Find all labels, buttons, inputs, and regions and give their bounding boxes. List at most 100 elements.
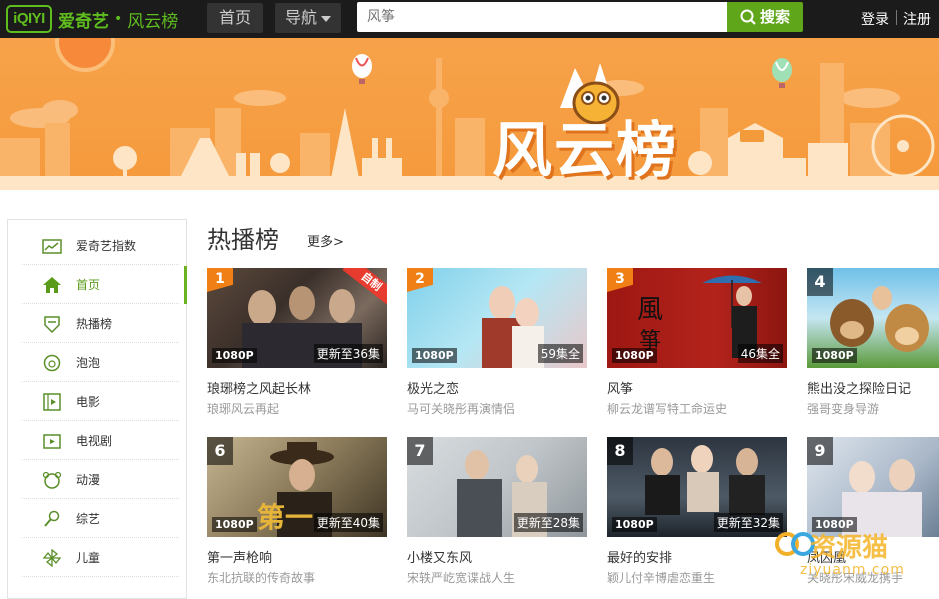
video-card[interactable]: 2 1080P 59集全 极光之恋 马可关晓彤再演情侣 [407, 268, 587, 418]
poster-image[interactable]: 7 更新至28集 [407, 437, 587, 537]
card-desc: 琅琊风云再起 [207, 402, 280, 416]
sidebar-item-label: 首页 [76, 278, 101, 292]
sidebar-item-label: 儿童 [76, 551, 101, 565]
watermark-text: 资源猫 [810, 533, 889, 563]
poster-image[interactable]: 風 箏 3 1080P 46集全 [607, 268, 787, 368]
poster-image[interactable]: 4 1080P [807, 268, 939, 368]
video-card[interactable]: 7 更新至28集 小楼又东风 宋轶严屹宽谍战人生 [407, 437, 587, 587]
nav-guide-label: 导航 [284, 8, 317, 27]
sidebar-item-variety[interactable]: 综艺 [22, 499, 179, 538]
watermark-url: ziyuanm.com [800, 562, 905, 578]
update-status: 更新至40集 [313, 513, 383, 532]
rank-badge: 4 [807, 268, 833, 296]
sidebar-item-kids[interactable]: 儿童 [22, 538, 179, 577]
sidebar-item-label: 电视剧 [76, 434, 113, 448]
update-status: 更新至36集 [313, 344, 383, 363]
sidebar-item-label: 动漫 [76, 473, 101, 487]
card-desc: 马可关晓彤再演情侣 [407, 402, 516, 416]
search-button[interactable]: 搜索 [727, 2, 803, 32]
card-title[interactable]: 最好的安排 [607, 547, 672, 566]
sidebar-item-tv[interactable]: 电视剧 [22, 421, 179, 460]
poster-image[interactable]: 第一 6 1080P 更新至40集 [207, 437, 387, 537]
sidebar-item-bubble[interactable]: 泡泡 [22, 343, 179, 382]
microphone-icon [44, 510, 60, 527]
rank-badge: 6 [207, 437, 233, 465]
search-box [357, 2, 727, 32]
svg-text:風: 風 [637, 295, 663, 325]
video-card[interactable]: 8 1080P 更新至32集 最好的安排 颖儿付辛博虐恋重生 [607, 437, 787, 587]
card-desc: 宋轶严屹宽谍战人生 [407, 571, 516, 585]
tv-icon [43, 434, 61, 449]
city-skyline-illustration [0, 38, 939, 190]
search-input[interactable] [357, 2, 727, 32]
search-icon [740, 9, 756, 25]
rank-badge: 9 [807, 437, 833, 465]
update-status: 59集全 [537, 344, 583, 363]
divider [896, 10, 897, 25]
poster-image[interactable]: 1 自制 1080P 更新至36集 [207, 268, 387, 368]
sidebar-item-label: 泡泡 [76, 356, 101, 370]
card-desc: 柳云龙谱写特工命运史 [607, 402, 728, 416]
banner-title: 风云榜 [492, 116, 678, 186]
video-card[interactable]: 4 1080P 熊出没之探险日记 强哥变身导游 [807, 268, 939, 418]
sidebar-active-indicator [184, 266, 187, 304]
card-title[interactable]: 熊出没之探险日记 [807, 378, 911, 397]
card-desc: 强哥变身导游 [807, 402, 880, 416]
video-card[interactable]: 1 自制 1080P 更新至36集 琅琊榜之风起长林 琅琊风云再起 [207, 268, 387, 418]
update-status: 更新至28集 [513, 513, 583, 532]
sub-brand: 风云榜 [127, 11, 179, 32]
sidebar-item-label: 热播榜 [76, 317, 113, 331]
rank-badge: 7 [407, 437, 433, 465]
login-link[interactable]: 登录 [861, 9, 889, 29]
video-card[interactable]: 風 箏 3 1080P 46集全 风筝 柳云龙谱写特工命运史 [607, 268, 787, 418]
home-icon [43, 277, 61, 293]
section-title: 热播榜 [207, 226, 279, 254]
nav-home-button[interactable]: 首页 [207, 3, 263, 33]
update-status: 46集全 [737, 344, 783, 363]
sidebar: 爱奇艺指数 首页 热播榜 泡泡 电影 电视剧 动漫 综艺 儿童 [7, 219, 187, 599]
rank-badge: 8 [607, 437, 633, 465]
sidebar-item-home[interactable]: 首页 [22, 265, 179, 304]
sidebar-item-label: 电影 [76, 395, 101, 409]
quality-badge: 1080P [612, 517, 657, 532]
banner: 风云榜 [0, 38, 939, 190]
chart-icon [42, 239, 62, 254]
quality-badge: 1080P [212, 517, 257, 532]
sidebar-item-index[interactable]: 爱奇艺指数 [22, 226, 179, 265]
cartoon-icon [42, 471, 62, 489]
quality-badge: 1080P [212, 348, 257, 363]
card-desc: 颖儿付辛博虐恋重生 [607, 571, 716, 585]
brand-dot: • [114, 11, 123, 27]
sidebar-item-anime[interactable]: 动漫 [22, 460, 179, 499]
card-title[interactable]: 琅琊榜之风起长林 [207, 378, 311, 397]
card-title[interactable]: 极光之恋 [407, 378, 459, 397]
card-desc: 东北抗联的传奇故事 [207, 571, 316, 585]
quality-badge: 1080P [812, 348, 857, 363]
card-title[interactable]: 小楼又东风 [407, 547, 472, 566]
iqiyi-logo-icon: iQIYI [6, 5, 52, 33]
video-card[interactable]: 第一 6 1080P 更新至40集 第一声枪响 东北抗联的传奇故事 [207, 437, 387, 587]
sidebar-item-hot[interactable]: 热播榜 [22, 304, 179, 343]
svg-text:第一: 第一 [257, 501, 313, 534]
more-link[interactable]: 更多> [307, 231, 344, 250]
brand-name: 爱奇艺 [58, 11, 109, 32]
nav-guide-dropdown[interactable]: 导航 [275, 3, 341, 33]
film-icon [43, 393, 61, 411]
search-button-label: 搜索 [759, 8, 790, 26]
pinwheel-icon [42, 549, 62, 567]
sidebar-item-label: 综艺 [76, 512, 101, 526]
quality-badge: 1080P [412, 348, 457, 363]
card-title[interactable]: 风筝 [607, 378, 633, 397]
caret-down-icon [321, 15, 331, 22]
sidebar-item-label: 爱奇艺指数 [76, 239, 137, 253]
card-title[interactable]: 第一声枪响 [207, 547, 272, 566]
site-logo[interactable]: iQIYI 爱奇艺 • 风云榜 [6, 5, 178, 33]
register-link[interactable]: 注册 [903, 9, 931, 29]
poster-image[interactable]: 9 1080P [807, 437, 939, 537]
poster-image[interactable]: 8 1080P 更新至32集 [607, 437, 787, 537]
shield-icon [44, 316, 60, 333]
quality-badge: 1080P [612, 348, 657, 363]
top-bar: iQIYI 爱奇艺 • 风云榜 首页 导航 搜索 登录 注册 [0, 0, 939, 38]
poster-image[interactable]: 2 1080P 59集全 [407, 268, 587, 368]
sidebar-item-movie[interactable]: 电影 [22, 382, 179, 421]
